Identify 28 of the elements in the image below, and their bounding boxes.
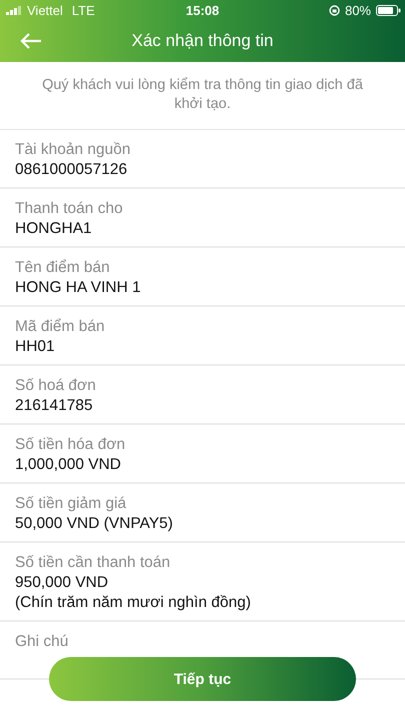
field-label: Số tiền giảm giá [15,494,128,514]
field-label: Tên điểm bán [15,258,111,278]
field-label: Ghi chú [15,632,70,652]
field-label: Tài khoản nguồn [15,140,132,160]
field-value: 950,000 VND [15,573,110,593]
field-value: HH01 [15,337,56,357]
field-label: Số hoá đơn [15,376,97,396]
carrier-name: Viettel [27,2,63,18]
continue-button[interactable]: Tiếp tục [49,657,356,701]
field-value: HONG HA VINH 1 [15,278,142,298]
signal-icon [6,6,22,14]
battery-icon [376,4,401,16]
field-value: 50,000 VND (VNPAY5) [15,514,174,534]
battery-percent: 80% [344,2,371,18]
network-type: LTE [72,2,95,18]
field-value: 1,000,000 VND [15,455,122,475]
field-label: Mã điểm bán [15,317,106,337]
rotation-lock-icon [328,4,340,16]
field-label: Số tiền hóa đơn [15,435,126,455]
field-value: HONGHA1 [15,219,93,239]
field-value: 0861000057126 [15,160,128,180]
status-time: 15:08 [186,2,220,18]
instruction-text: Quý khách vui lòng kiểm tra thông tin giao dịch đã khởi tạo. [41,76,364,114]
screen-title: Xác nhận thông tin [132,31,274,51]
field-value: (Chín trăm năm mươi nghìn đồng) [15,593,252,613]
field-label: Thanh toán cho [15,199,124,219]
field-value: 216141785 [15,396,94,416]
field-label: Số tiền cần thanh toán [15,553,172,573]
